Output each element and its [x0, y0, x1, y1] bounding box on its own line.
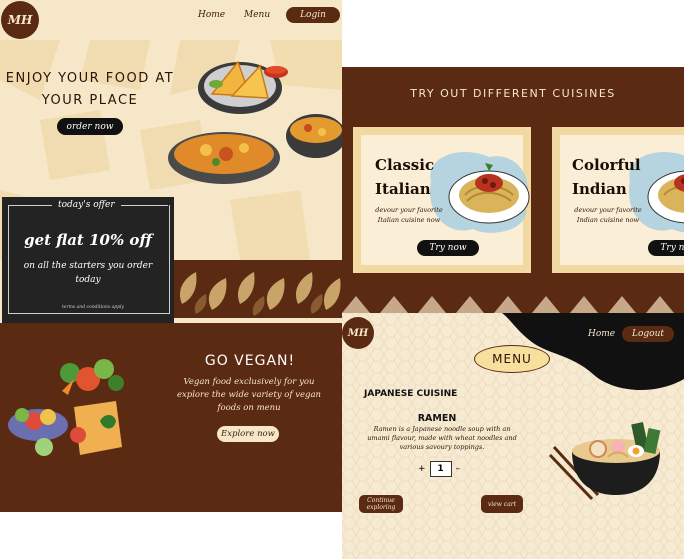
cuisine-card-italian[interactable]: Classic Italian devour your favorite Ita…: [353, 127, 531, 273]
italian-title: Classic Italian: [375, 153, 434, 201]
indian-title-line1: Colorful: [572, 156, 641, 174]
cuisines-page: TRY OUT DIFFERENT CUISINES Classic Itali…: [342, 67, 684, 313]
food-illustration: [168, 60, 342, 184]
decrease-button[interactable]: –: [456, 464, 461, 474]
vegan-description: Vegan food exclusively for you explore t…: [176, 377, 322, 413]
login-button[interactable]: Login: [286, 7, 340, 23]
dish-description: Ramen is a Japanese noodle soup with an …: [367, 425, 517, 451]
italian-title-line2: Italian: [375, 180, 431, 198]
hero-heading: ENJOY YOUR FOOD AT YOUR PLACE: [4, 68, 176, 112]
try-italian-button[interactable]: Try now: [417, 240, 479, 256]
offer-card: today's offer get flat 10% off on all th…: [2, 197, 174, 323]
quantity-value[interactable]: 1: [429, 461, 452, 477]
try-indian-button[interactable]: Try now: [648, 240, 684, 256]
home-page: MH Home Menu Login ENJOY YOUR FOOD AT YO…: [0, 0, 342, 512]
indian-description: devour your favorite Indian cuisine now: [574, 206, 642, 224]
cuisines-title: TRY OUT DIFFERENT CUISINES: [410, 87, 616, 100]
quantity-stepper: + 1 –: [418, 461, 460, 477]
nav-home-link[interactable]: Home: [198, 10, 225, 20]
order-now-button[interactable]: order now: [57, 118, 123, 135]
italian-description: devour your favorite Italian cuisine now: [375, 206, 443, 224]
indian-title: Colorful Indian: [572, 153, 641, 201]
dish-name: RAMEN: [417, 413, 457, 424]
leaf-pattern-band: [174, 260, 342, 318]
pasta-icon: [430, 151, 530, 233]
vegetables-illustration: [8, 359, 124, 456]
vegan-section: GO VEGAN! Vegan food exclusively for you…: [0, 323, 342, 512]
explore-now-button[interactable]: Explore now: [217, 426, 279, 442]
italian-title-line1: Classic: [375, 156, 435, 174]
offer-terms: terms and conditions apply: [62, 305, 124, 310]
menu-badge: MENU: [474, 345, 550, 373]
menu-brand-logo[interactable]: MH: [342, 317, 374, 349]
hero-heading-line2: YOUR PLACE: [41, 93, 139, 108]
logout-button[interactable]: Logout: [622, 326, 674, 342]
increase-button[interactable]: +: [418, 464, 426, 474]
indian-title-line2: Indian: [572, 180, 627, 198]
chevron-pattern: [342, 292, 684, 313]
offer-subtitle: on all the starters you order today: [23, 261, 153, 285]
nav-menu-link[interactable]: Menu: [244, 10, 270, 20]
ramen-bowl-icon: [548, 422, 661, 501]
menu-nav-home-link[interactable]: Home: [588, 329, 615, 339]
brand-logo[interactable]: MH: [1, 1, 39, 39]
category-heading: JAPANESE CUISINE: [364, 389, 458, 399]
menu-page: MH Home Logout MENU JAPANESE CUISINE RAM…: [342, 313, 684, 559]
offer-title: get flat 10% off: [24, 231, 152, 249]
leaf-pattern-icon: [179, 272, 341, 316]
view-cart-button[interactable]: view cart: [481, 495, 523, 513]
hero-heading-line1: ENJOY YOUR FOOD AT: [5, 71, 175, 86]
continue-exploring-button[interactable]: Continue exploring: [359, 495, 403, 513]
vegan-title: GO VEGAN!: [204, 353, 296, 369]
cuisine-card-indian[interactable]: Colorful Indian devour your favorite Ind…: [552, 127, 684, 273]
